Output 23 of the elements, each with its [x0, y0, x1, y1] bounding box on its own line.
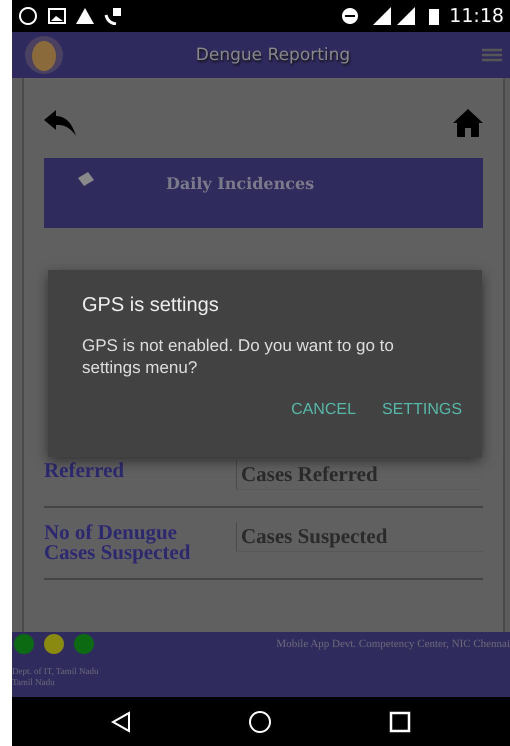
app-title: Dengue Reporting	[194, 45, 352, 65]
dialog-title: GPS is settings	[82, 294, 220, 317]
clock-time: 11:18	[449, 5, 504, 27]
dialog-message: GPS is not enabled. Do you want to go to settings menu?	[82, 335, 395, 379]
banner-title: Daily Incidences	[166, 174, 314, 193]
footer-text: Dept. of IT, Tamil Nadu	[12, 666, 100, 677]
do-not-disturb-icon	[341, 7, 360, 25]
emblem-logo-icon	[24, 35, 64, 75]
recent-apps-icon[interactable]	[389, 710, 412, 732]
credit-text: Mobile App Devt. Competency Center, NIC Chennai	[276, 638, 510, 650]
field-label: No of Denugue Cases Suspected	[44, 522, 192, 562]
battery-icon	[429, 7, 440, 25]
footer-text: Tamil Nadu	[12, 677, 56, 688]
back-arrow-icon[interactable]	[44, 110, 76, 136]
home-icon[interactable]	[453, 109, 483, 137]
warning-icon	[76, 8, 94, 24]
dialog-button[interactable]: SETTINGS	[376, 399, 468, 421]
home-circle-icon[interactable]	[248, 710, 272, 734]
banner[interactable]: Daily Incidences	[44, 158, 483, 228]
dialog-button[interactable]: CANCEL	[285, 399, 362, 421]
image-icon	[48, 8, 66, 24]
back-icon[interactable]	[110, 710, 131, 732]
field-label: Referred	[44, 460, 126, 484]
